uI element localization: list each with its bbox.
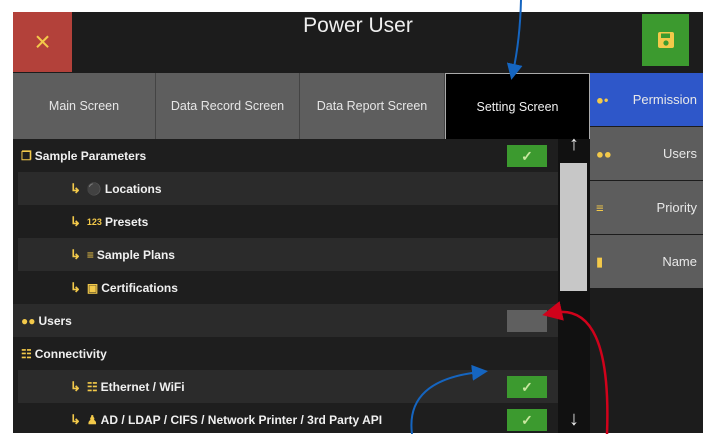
permission-row-sample-parameters: ❐ Sample Parameters ✓ <box>13 139 558 172</box>
side-nav-label: Name <box>662 254 697 269</box>
side-nav-permission[interactable]: ●• Permission <box>590 73 703 126</box>
network-icon: ☷ <box>21 346 32 361</box>
permission-row-users: ●● Users <box>13 304 558 337</box>
scroll-thumb[interactable] <box>560 163 587 291</box>
tab-main-screen[interactable]: Main Screen <box>13 73 156 139</box>
tab-data-record-screen[interactable]: Data Record Screen <box>156 73 300 139</box>
permission-checkbox[interactable] <box>507 310 547 332</box>
sub-arrow-icon: ↳ <box>70 411 81 427</box>
scroll-up-arrow-icon[interactable]: ↑ <box>558 133 590 156</box>
permission-list: ❐ Sample Parameters ✓ ↳ ⚫ Locations ↳ 12… <box>13 139 558 433</box>
tag-icon: ▮ <box>596 253 604 269</box>
tab-label: Setting Screen <box>476 99 559 114</box>
permission-label: Sample Plans <box>96 247 175 262</box>
scrollbar[interactable]: ↑ ↓ <box>558 133 590 433</box>
permission-checkbox[interactable]: ✓ <box>507 409 547 431</box>
side-nav-users[interactable]: ●● Users <box>590 127 703 180</box>
check-icon: ✓ <box>521 147 533 164</box>
scroll-down-arrow-icon[interactable]: ↓ <box>558 408 590 431</box>
sample-parameters-icon: ❐ <box>21 148 32 163</box>
permission-row-ad-ldap: ↳ ♟ AD / LDAP / CIFS / Network Printer /… <box>18 403 558 433</box>
tab-bar: Main Screen Data Record Screen Data Repo… <box>13 73 590 139</box>
side-nav-label: Priority <box>656 200 697 215</box>
page-title: Power User <box>303 14 413 37</box>
side-nav-label: Users <box>663 146 697 161</box>
sub-arrow-icon: ↳ <box>70 213 81 229</box>
tab-setting-screen[interactable]: Setting Screen <box>445 73 590 139</box>
sub-arrow-icon: ↳ <box>70 246 81 262</box>
sub-arrow-icon: ↳ <box>70 279 81 295</box>
users-icon: ●● <box>21 313 36 328</box>
permission-row-ethernet-wifi: ↳ ☷ Ethernet / WiFi ✓ <box>18 370 558 403</box>
priority-icon: ≡ <box>596 200 604 215</box>
permission-row-locations: ↳ ⚫ Locations <box>18 172 558 205</box>
side-nav-label: Permission <box>632 92 697 107</box>
permission-row-sample-plans: ↳ ≡ Sample Plans <box>18 238 558 271</box>
permission-label: Connectivity <box>34 346 107 361</box>
sub-arrow-icon: ↳ <box>70 180 81 196</box>
permission-label: Users <box>38 313 72 328</box>
network-icon: ☷ <box>86 379 98 394</box>
permission-label: Ethernet / WiFi <box>100 379 185 394</box>
permission-label: Sample Parameters <box>34 148 147 163</box>
permission-row-connectivity: ☷ Connectivity <box>13 337 558 370</box>
user-network-icon: ♟ <box>86 412 98 427</box>
users-icon: ●● <box>596 146 612 161</box>
save-button[interactable] <box>642 14 689 66</box>
tab-label: Main Screen <box>48 99 120 113</box>
check-icon: ✓ <box>521 378 533 395</box>
location-pin-icon: ⚫ <box>86 181 102 196</box>
tab-label: Data Record Screen <box>170 99 285 113</box>
list-icon: ≡ <box>86 247 94 262</box>
tab-data-report-screen[interactable]: Data Report Screen <box>300 73 445 139</box>
check-icon: ✓ <box>521 411 533 428</box>
save-icon <box>657 32 674 48</box>
permission-row-certifications: ↳ ▣ Certifications <box>18 271 558 304</box>
permission-label: Certifications <box>101 280 178 295</box>
permission-row-presets: ↳ 123 Presets <box>18 205 558 238</box>
side-nav-name[interactable]: ▮ Name <box>590 235 703 288</box>
sub-arrow-icon: ↳ <box>70 378 81 394</box>
tab-label: Data Report Screen <box>316 99 428 113</box>
certificate-icon: ▣ <box>86 280 99 295</box>
permission-checkbox[interactable]: ✓ <box>507 376 547 398</box>
permission-checkbox[interactable]: ✓ <box>507 145 547 167</box>
side-nav-priority[interactable]: ≡ Priority <box>590 181 703 234</box>
permission-label: Locations <box>104 181 162 196</box>
permission-label: Presets <box>104 214 149 229</box>
app-frame: × Power User Main Screen Data Record Scr… <box>13 12 703 433</box>
side-nav: ●• Permission ●● Users ≡ Priority ▮ Name <box>590 73 703 289</box>
permission-label: AD / LDAP / CIFS / Network Printer / 3rd… <box>100 412 383 427</box>
123-icon: 123 <box>86 216 102 227</box>
user-key-icon: ●• <box>596 92 609 107</box>
